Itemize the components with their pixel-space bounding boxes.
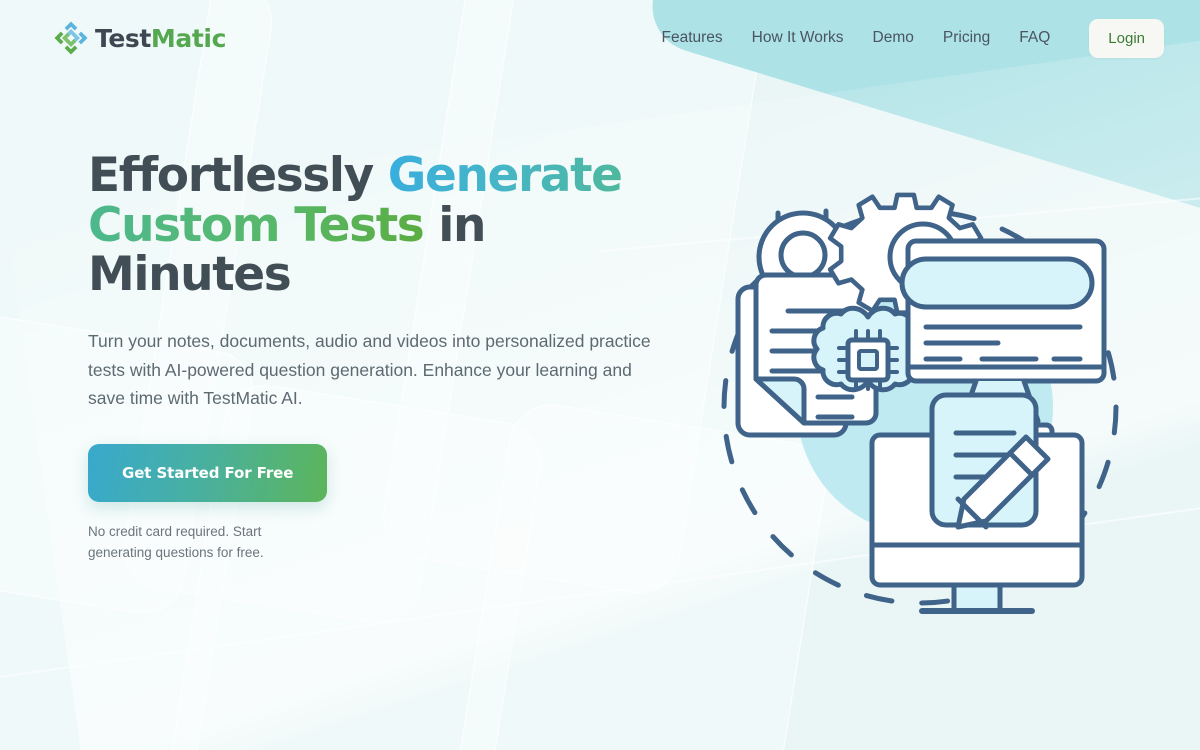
get-started-button[interactable]: Get Started For Free bbox=[88, 444, 328, 503]
nav-item-features[interactable]: Features bbox=[661, 29, 722, 47]
hero-subheading: Turn your notes, documents, audio and vi… bbox=[88, 331, 651, 408]
hero-illustration bbox=[700, 185, 1140, 625]
hero-section: Effortlessly Generate Custom Tests in Mi… bbox=[0, 0, 1200, 750]
headline-line2-accent: Custom Tests bbox=[88, 197, 425, 253]
headline-line1-accent: Generate bbox=[387, 148, 623, 204]
nav-item-pricing[interactable]: Pricing bbox=[943, 29, 990, 47]
login-button[interactable]: Login bbox=[1089, 18, 1164, 58]
ai-test-generation-illustration-icon bbox=[721, 192, 1119, 614]
main-navigation: Features How It Works Demo Pricing FAQ L… bbox=[661, 18, 1164, 58]
nav-item-how-it-works[interactable]: How It Works bbox=[752, 29, 844, 47]
site-header: TestMatic Features How It Works Demo Pri… bbox=[0, 0, 1200, 76]
nav-item-demo[interactable]: Demo bbox=[873, 29, 914, 47]
headline-line1-plain: Effortlessly bbox=[88, 148, 388, 204]
brand-logo-link[interactable]: TestMatic bbox=[54, 21, 226, 55]
page-title: Effortlessly Generate Custom Tests in Mi… bbox=[88, 151, 688, 299]
interlocking-weave-logo-icon bbox=[54, 21, 88, 55]
brand-wordmark: TestMatic bbox=[95, 24, 226, 53]
brand-name-secondary: Matic bbox=[150, 23, 227, 53]
hero-fineprint: No credit card required. Start generatin… bbox=[88, 524, 264, 560]
brand-name-primary: Test bbox=[95, 23, 151, 53]
hero-copy: Effortlessly Generate Custom Tests in Mi… bbox=[88, 151, 688, 563]
nav-item-faq[interactable]: FAQ bbox=[1019, 29, 1050, 47]
